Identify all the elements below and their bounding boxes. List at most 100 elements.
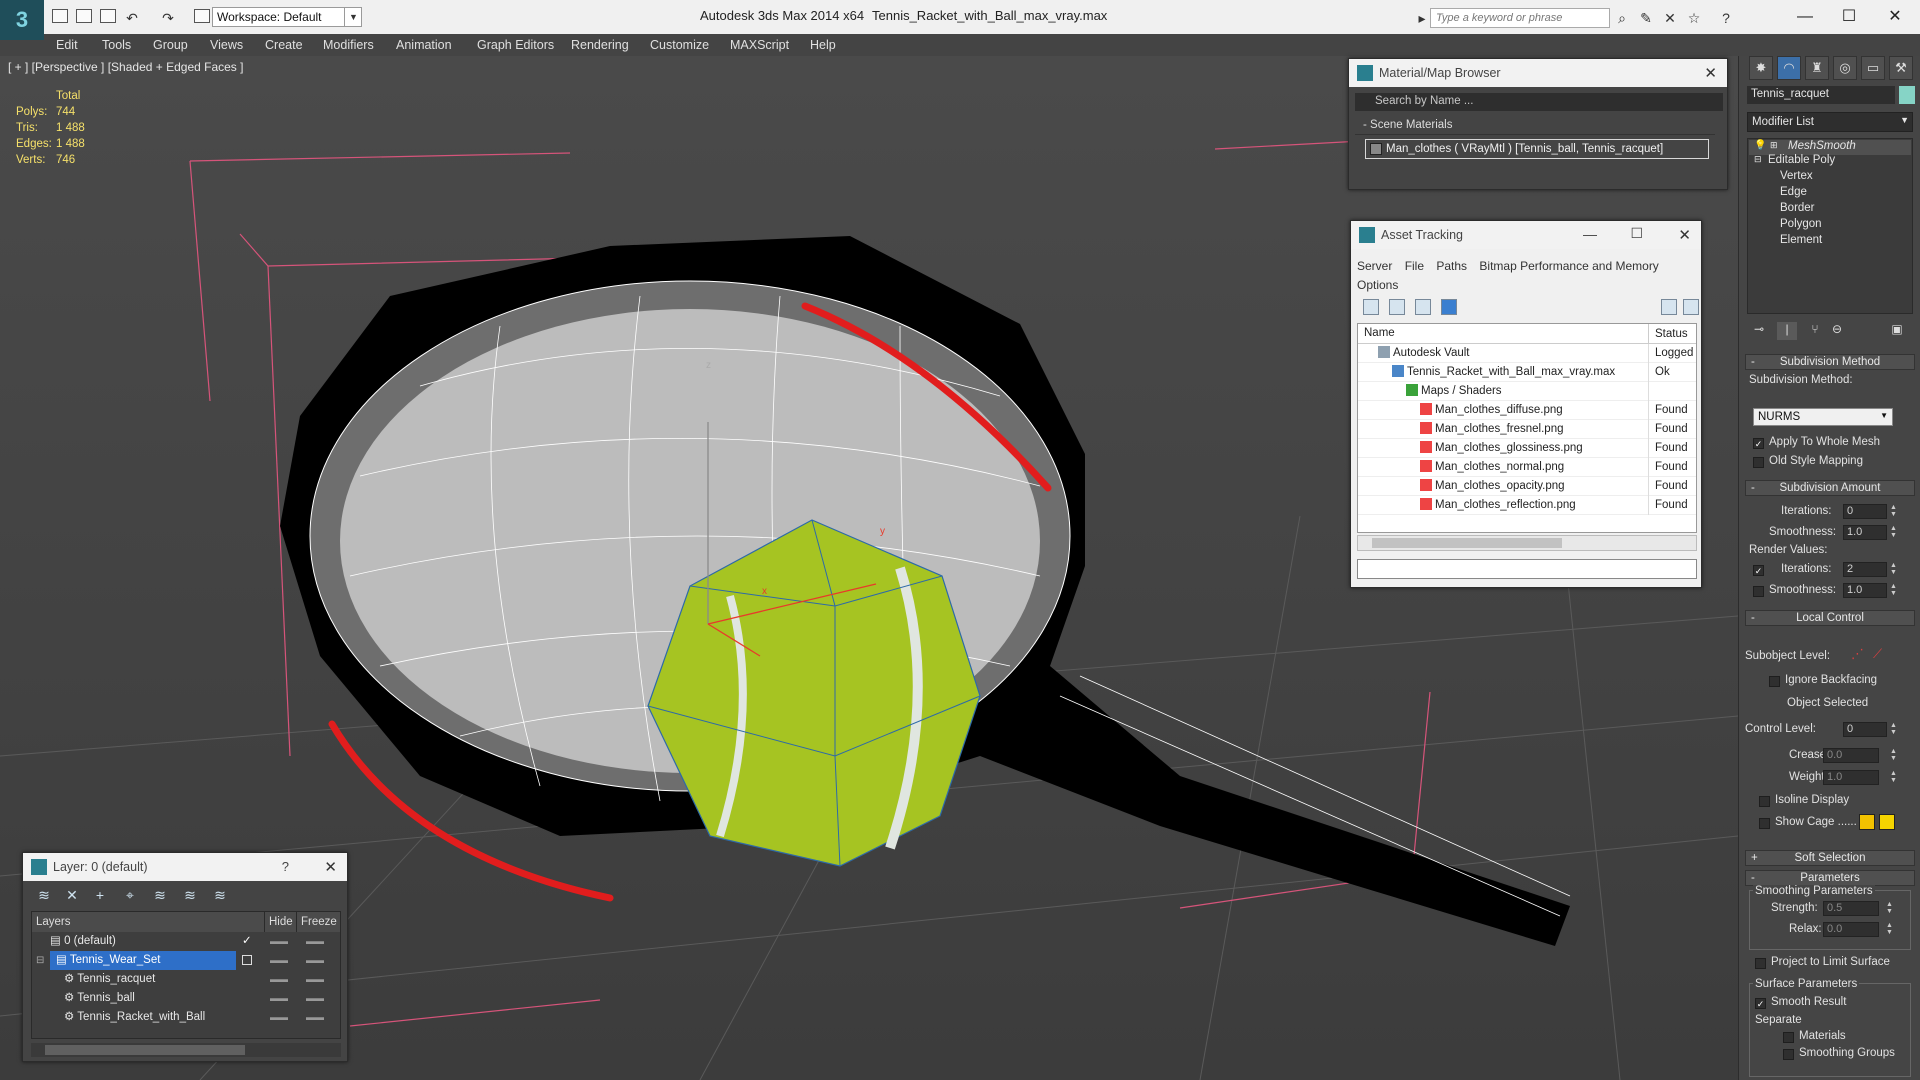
layer-row[interactable]: ⚙ Tennis_Racket_with_Ball ▬▬ ▬▬ xyxy=(32,1008,340,1027)
smoothness-spinner[interactable]: 1.0 xyxy=(1843,525,1887,540)
stack-sub-edge[interactable]: Edge xyxy=(1780,186,1807,198)
pin-stack-icon[interactable]: ⊸ xyxy=(1749,322,1769,340)
menu-help[interactable]: Help xyxy=(810,38,836,52)
menu-animation[interactable]: Animation xyxy=(396,38,452,52)
menu-views[interactable]: Views xyxy=(210,38,243,52)
utilities-tab-icon[interactable]: ⚒ xyxy=(1889,56,1913,80)
make-unique-icon[interactable]: ⑂ xyxy=(1805,322,1825,340)
horizontal-scrollbar[interactable] xyxy=(31,1043,341,1057)
strength-spinner[interactable]: 0.5 xyxy=(1823,901,1879,916)
render-iterations-checkbox[interactable]: ✓ xyxy=(1753,565,1764,576)
hide-all-icon[interactable]: ≋ xyxy=(181,887,199,905)
col-layers-header[interactable]: Layers xyxy=(36,912,71,932)
table-view-icon[interactable] xyxy=(1441,299,1457,315)
menu-group[interactable]: Group xyxy=(153,38,188,52)
table-row[interactable]: Autodesk VaultLogged Ou xyxy=(1358,344,1696,363)
add-to-layer-icon[interactable]: + xyxy=(91,887,109,905)
asset-menu-bitmap[interactable]: Bitmap Performance and Memory xyxy=(1479,259,1658,273)
ignore-backfacing-checkbox[interactable] xyxy=(1769,676,1780,687)
menu-edit[interactable]: Edit xyxy=(56,38,78,52)
vertex-subobject-icon[interactable]: ⋰ xyxy=(1851,646,1864,662)
show-cage-checkbox[interactable] xyxy=(1759,818,1770,829)
render-smoothness-checkbox[interactable] xyxy=(1753,586,1764,597)
scrollbar-thumb[interactable] xyxy=(45,1045,245,1055)
stack-sub-element[interactable]: Element xyxy=(1780,234,1822,246)
minimize-button[interactable]: — xyxy=(1790,5,1820,29)
lightbulb-icon[interactable]: 💡 xyxy=(1754,140,1766,151)
settings-icon[interactable] xyxy=(1683,299,1699,315)
project-folder-icon[interactable] xyxy=(194,9,210,23)
rollout-subdivision-amount[interactable]: - Subdivision Amount xyxy=(1745,480,1915,496)
asset-menu-options[interactable]: Options xyxy=(1357,278,1398,292)
stack-sub-border[interactable]: Border xyxy=(1780,202,1815,214)
list-view-icon[interactable] xyxy=(1389,299,1405,315)
active-layer-check-icon[interactable]: ✓ xyxy=(242,932,252,951)
material-search-input[interactable]: Search by Name ... xyxy=(1355,93,1723,111)
smoothing-groups-checkbox[interactable] xyxy=(1783,1049,1794,1060)
asset-menu-server[interactable]: Server xyxy=(1357,259,1392,273)
freeze-toggle[interactable]: ▬▬ xyxy=(306,1008,324,1027)
modify-tab-icon[interactable]: ◠ xyxy=(1777,56,1801,80)
hide-toggle[interactable]: ▬▬ xyxy=(270,932,288,951)
close-icon[interactable]: ✕ xyxy=(1704,64,1717,82)
spinner-arrows-icon[interactable]: ▲ ▼ xyxy=(1889,770,1898,785)
display-tab-icon[interactable]: ▭ xyxy=(1861,56,1885,80)
menu-customize[interactable]: Customize xyxy=(650,38,709,52)
cage-color-swatch-2[interactable] xyxy=(1879,814,1895,830)
delete-layer-icon[interactable]: ✕ xyxy=(63,887,81,905)
control-level-spinner[interactable]: 0 xyxy=(1843,722,1887,737)
stack-sub-polygon[interactable]: Polygon xyxy=(1780,218,1822,230)
communication-center-icon[interactable]: ✎ xyxy=(1638,10,1654,26)
object-color-swatch[interactable] xyxy=(1899,86,1915,104)
material-browser-titlebar[interactable]: Material/Map Browser ✕ xyxy=(1349,59,1727,87)
exchange-icon[interactable]: ✕ xyxy=(1662,10,1678,26)
hide-toggle[interactable]: ▬▬ xyxy=(270,951,288,970)
table-row[interactable]: Man_clothes_diffuse.png Found xyxy=(1358,401,1696,420)
rollout-parameters[interactable]: - Parameters xyxy=(1745,870,1915,886)
maximize-icon[interactable]: ☐ xyxy=(1630,225,1643,242)
spinner-arrows-icon[interactable]: ▲ ▼ xyxy=(1889,504,1898,519)
close-icon[interactable]: ✕ xyxy=(324,858,337,876)
favorites-star-icon[interactable]: ☆ xyxy=(1686,10,1702,26)
motion-tab-icon[interactable]: ◎ xyxy=(1833,56,1857,80)
freeze-toggle[interactable]: ▬▬ xyxy=(306,932,324,951)
asset-path-field[interactable] xyxy=(1357,559,1697,579)
materials-checkbox[interactable] xyxy=(1783,1032,1794,1043)
crease-spinner[interactable]: 0.0 xyxy=(1823,748,1879,763)
subdivision-method-dropdown[interactable]: NURMS ▼ xyxy=(1753,408,1893,426)
redo-icon[interactable]: ↷ xyxy=(160,10,176,26)
viewport-label[interactable]: [ + ] [Perspective ] [Shaded + Edged Fac… xyxy=(8,60,243,74)
thumbnail-view-icon[interactable] xyxy=(1415,299,1431,315)
table-row[interactable]: Man_clothes_normal.png Found xyxy=(1358,458,1696,477)
collapse-icon[interactable]: ⊟ xyxy=(1754,154,1762,165)
table-row[interactable]: Tennis_Racket_with_Ball_max_vray.max Ok xyxy=(1358,363,1696,382)
refresh-icon[interactable] xyxy=(1363,299,1379,315)
freeze-toggle[interactable]: ▬▬ xyxy=(306,951,324,970)
render-iterations-spinner[interactable]: 2 xyxy=(1843,562,1887,577)
spinner-arrows-icon[interactable]: ▲ ▼ xyxy=(1885,901,1894,916)
hide-toggle[interactable]: ▬▬ xyxy=(270,989,288,1008)
configure-sets-icon[interactable]: ▣ xyxy=(1887,322,1907,340)
hierarchy-tab-icon[interactable]: ♜ xyxy=(1805,56,1829,80)
rollout-soft-selection[interactable]: + Soft Selection xyxy=(1745,850,1915,866)
highlight-layer-icon[interactable]: ≋ xyxy=(151,887,169,905)
undo-icon[interactable]: ↶ xyxy=(124,10,140,26)
new-file-icon[interactable] xyxy=(52,9,68,23)
layer-manager-titlebar[interactable]: Layer: 0 (default) ? ✕ xyxy=(23,853,347,881)
stack-sub-vertex[interactable]: Vertex xyxy=(1780,170,1813,182)
close-icon[interactable]: ✕ xyxy=(1678,226,1691,244)
project-limit-checkbox[interactable] xyxy=(1755,958,1766,969)
binoculars-icon[interactable]: ⌕ xyxy=(1614,10,1630,26)
render-smoothness-spinner[interactable]: 1.0 xyxy=(1843,583,1887,598)
horizontal-scrollbar[interactable] xyxy=(1357,535,1697,551)
chevron-down-icon[interactable]: ▼ xyxy=(344,7,362,27)
save-file-icon[interactable] xyxy=(100,9,116,23)
menu-tools[interactable]: Tools xyxy=(102,38,131,52)
hide-toggle[interactable]: ▬▬ xyxy=(270,970,288,989)
open-file-icon[interactable] xyxy=(76,9,92,23)
help-icon[interactable] xyxy=(1661,299,1677,315)
new-layer-icon[interactable]: ≋ xyxy=(35,887,53,905)
asset-menu-paths[interactable]: Paths xyxy=(1436,259,1467,273)
table-row[interactable]: Maps / Shaders xyxy=(1358,382,1696,401)
spinner-arrows-icon[interactable]: ▲ ▼ xyxy=(1889,583,1898,598)
